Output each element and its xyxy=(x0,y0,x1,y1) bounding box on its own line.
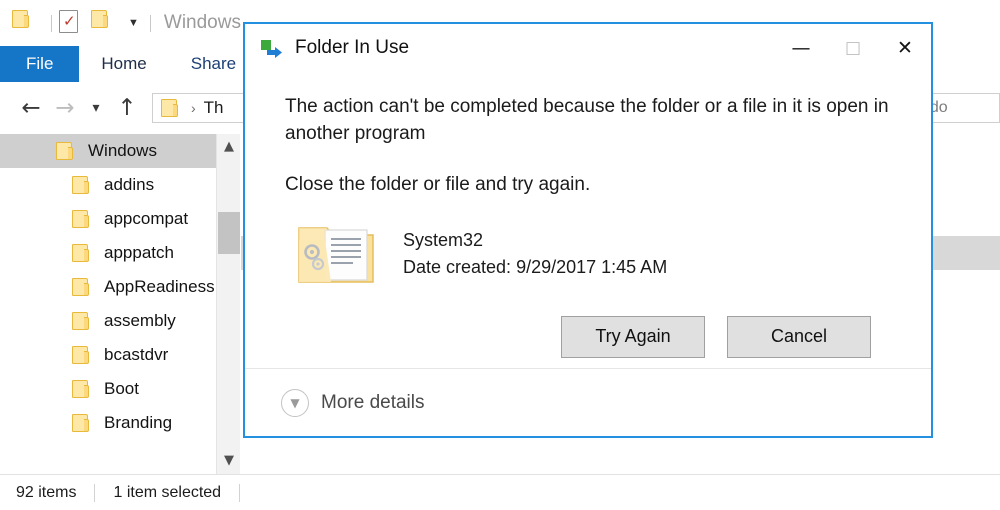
window-title: Windows xyxy=(163,12,241,33)
up-arrow-icon[interactable]: ↑ xyxy=(110,96,144,120)
forward-arrow-icon[interactable]: → xyxy=(48,96,82,120)
dialog-body: The action can't be completed because th… xyxy=(245,72,931,358)
breadcrumb-folder-icon xyxy=(161,99,183,117)
move-folder-icon xyxy=(261,38,285,58)
chevron-down-icon[interactable]: ▾ xyxy=(82,101,110,115)
dialog-footer: ▼ More details xyxy=(245,368,931,436)
folder-icon xyxy=(72,278,94,296)
try-again-button[interactable]: Try Again xyxy=(561,315,705,358)
tree-item-label: Windows xyxy=(88,141,157,160)
dialog-item-row: System32 Date created: 9/29/2017 1:45 AM xyxy=(285,218,905,290)
dialog-title-bar: Folder In Use — □ ✕ xyxy=(245,24,931,72)
new-folder-icon[interactable] xyxy=(91,10,117,36)
tree-item-label: Boot xyxy=(104,379,139,398)
folder-icon xyxy=(56,142,78,160)
folder-icon[interactable] xyxy=(12,10,38,36)
tree-item-label: AppReadiness xyxy=(104,277,215,296)
chevron-down-circle-icon[interactable]: ▼ xyxy=(281,388,309,417)
folder-icon xyxy=(72,380,94,398)
sidebar-item-appcompat[interactable]: appcompat xyxy=(0,202,216,236)
dialog-button-row: Try Again Cancel xyxy=(285,290,905,358)
close-button[interactable]: ✕ xyxy=(879,24,931,72)
scrollbar-thumb[interactable] xyxy=(218,212,240,254)
back-arrow-icon[interactable]: ← xyxy=(14,96,48,120)
folder-icon xyxy=(72,210,94,228)
properties-document-icon[interactable]: ✓ xyxy=(59,10,85,36)
dialog-item-date: Date created: 9/29/2017 1:45 AM xyxy=(403,256,668,277)
tree-item-label: bcastdvr xyxy=(104,345,169,364)
sidebar-item-appreadiness[interactable]: AppReadiness xyxy=(0,270,216,304)
chevron-down-icon[interactable]: ▼ xyxy=(128,17,139,29)
tab-home[interactable]: Home xyxy=(79,46,168,82)
dialog-title: Folder In Use xyxy=(295,37,410,58)
tree-item-label: Branding xyxy=(104,413,173,432)
sidebar-item-apppatch[interactable]: apppatch xyxy=(0,236,216,270)
screen: ✓ ▼ Windows File Home Share ← → ▾ ↑ › Th xyxy=(0,0,1000,510)
folder-icon xyxy=(72,346,94,364)
tab-file[interactable]: File xyxy=(0,46,80,82)
toolbar-divider xyxy=(51,14,52,32)
dialog-primary-message: The action can't be completed because th… xyxy=(285,96,889,144)
toolbar-divider-2 xyxy=(149,14,151,32)
status-divider xyxy=(94,483,96,502)
dialog-item-name: System32 xyxy=(403,229,484,250)
sidebar-item-windows[interactable]: Windows xyxy=(0,134,216,168)
sidebar-item-branding[interactable]: Branding xyxy=(0,406,216,440)
breadcrumb-separator: › xyxy=(191,100,196,116)
tree-item-label: addins xyxy=(104,175,155,194)
navigation-pane-scrollbar[interactable]: ▲ ▼ xyxy=(216,134,240,474)
sidebar-item-bcastdvr[interactable]: bcastdvr xyxy=(0,338,216,372)
folder-icon xyxy=(72,176,94,194)
chevron-down-icon[interactable]: ▼ xyxy=(217,448,241,474)
folder-icon xyxy=(72,244,94,262)
dialog-item-info: System32 Date created: 9/29/2017 1:45 AM xyxy=(403,227,667,281)
tree-item-label: appcompat xyxy=(104,209,189,228)
chevron-up-icon[interactable]: ▲ xyxy=(217,134,241,160)
more-details-label[interactable]: More details xyxy=(321,392,425,414)
move-arrow-icon xyxy=(267,47,282,58)
dialog-window-controls: — □ ✕ xyxy=(775,24,931,72)
status-divider-2 xyxy=(239,483,241,502)
folder-icon xyxy=(72,312,94,330)
status-bar: 92 items 1 item selected xyxy=(0,474,1000,510)
status-selection: 1 item selected xyxy=(113,483,222,501)
sidebar-item-addins[interactable]: addins xyxy=(0,168,216,202)
maximize-button[interactable]: □ xyxy=(827,24,879,72)
breadcrumb-text: Th xyxy=(203,98,224,117)
folder-in-use-dialog: Folder In Use — □ ✕ The action can't be … xyxy=(243,22,933,438)
navigation-pane: Windows addins appcompat apppatch AppRea… xyxy=(0,134,216,474)
minimize-button[interactable]: — xyxy=(775,24,827,72)
sidebar-item-assembly[interactable]: assembly xyxy=(0,304,216,338)
status-item-count: 92 items xyxy=(16,483,77,501)
folder-icon xyxy=(72,414,94,432)
tree-item-label: assembly xyxy=(104,311,176,330)
system-folder-icon xyxy=(295,218,381,290)
cancel-button[interactable]: Cancel xyxy=(727,315,871,358)
dialog-secondary-message: Close the folder or file and try again. xyxy=(285,173,591,195)
sidebar-item-boot[interactable]: Boot xyxy=(0,372,216,406)
tree-item-label: apppatch xyxy=(104,243,174,262)
